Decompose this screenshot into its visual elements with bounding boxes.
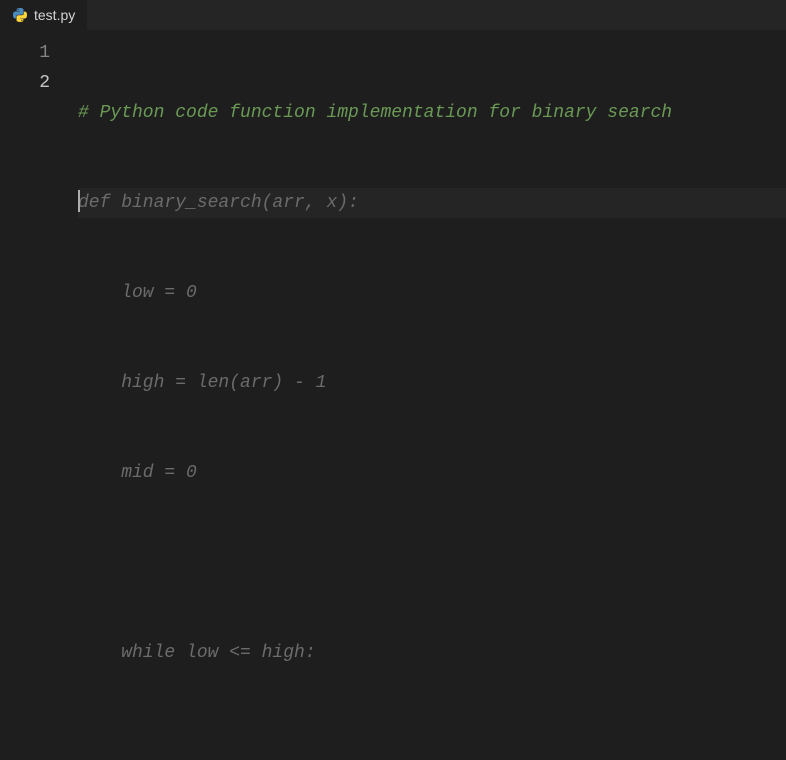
- inline-suggestion: low = 0: [78, 283, 197, 303]
- inline-suggestion: def binary_search(arr, x):: [78, 193, 359, 213]
- line-number-gutter: 1 2: [0, 30, 70, 760]
- suggestion-line: [78, 548, 786, 578]
- suggestion-line: low = 0: [78, 278, 786, 308]
- code-line: # Python code function implementation fo…: [78, 98, 786, 128]
- inline-suggestion: mid = 0: [78, 463, 197, 483]
- line-number: 2: [0, 68, 50, 98]
- line-number: 1: [0, 38, 50, 68]
- python-icon: [12, 7, 28, 23]
- tab-bar: test.py: [0, 0, 786, 30]
- suggestion-line: [78, 728, 786, 758]
- text-cursor: [78, 190, 80, 212]
- code-editor[interactable]: 1 2 # Python code function implementatio…: [0, 30, 786, 760]
- inline-suggestion: high = len(arr) - 1: [78, 373, 326, 393]
- tab-filename: test.py: [34, 7, 75, 23]
- active-code-line: def binary_search(arr, x):: [78, 188, 786, 218]
- file-tab[interactable]: test.py: [0, 0, 87, 30]
- suggestion-line: while low <= high:: [78, 638, 786, 668]
- suggestion-line: mid = 0: [78, 458, 786, 488]
- suggestion-line: high = len(arr) - 1: [78, 368, 786, 398]
- inline-suggestion: while low <= high:: [78, 643, 316, 663]
- code-area[interactable]: # Python code function implementation fo…: [70, 30, 786, 760]
- comment-text: # Python code function implementation fo…: [78, 103, 672, 123]
